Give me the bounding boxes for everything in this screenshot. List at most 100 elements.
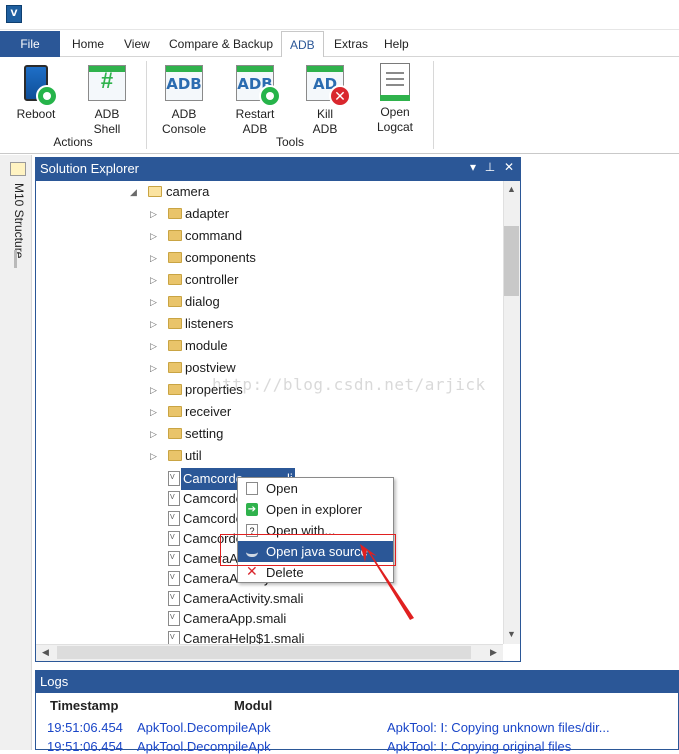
expand-arrow-icon[interactable]: ▷ <box>150 291 160 313</box>
folder-icon <box>168 340 182 351</box>
log-cell-module: ApkTool.DecompileApk <box>137 720 271 735</box>
pin-icon[interactable]: ⊥ <box>483 160 497 174</box>
smali-file-icon <box>168 547 180 569</box>
expand-arrow-icon[interactable]: ▷ <box>150 335 160 357</box>
smali-file-icon <box>168 467 180 489</box>
menu-item-open[interactable]: Open <box>238 478 393 499</box>
annotation-arrow <box>360 544 414 620</box>
gear-icon <box>36 85 58 107</box>
expand-arrow-icon[interactable]: ▷ <box>150 247 160 269</box>
annotation-arrow-shape <box>360 544 414 620</box>
collapse-arrow-icon[interactable]: ◢ <box>130 181 140 203</box>
logs-title: Logs <box>40 674 69 689</box>
folder-icon <box>168 406 182 417</box>
solution-explorer-title: Solution Explorer <box>40 161 139 176</box>
open-logcat-button[interactable]: Open Logcat <box>370 63 420 135</box>
column-header-module[interactable]: Modul <box>234 698 272 713</box>
adb-shell-button[interactable]: # ADB Shell <box>84 63 130 137</box>
close-icon[interactable]: ✕ <box>502 160 516 174</box>
smali-file-icon <box>168 627 180 644</box>
kill-icon: AD ✕ <box>306 65 351 107</box>
reboot-phone-icon <box>24 65 58 107</box>
folder-icon <box>168 318 182 329</box>
watermark: http://blog.csdn.net/arjick <box>212 375 486 394</box>
adb-shell-label-1: ADB <box>94 107 120 121</box>
expand-arrow-icon[interactable]: ▷ <box>150 423 160 445</box>
tab-file[interactable]: File <box>0 31 60 57</box>
log-cell-time: 19:51:06.454 <box>47 739 123 754</box>
tab-extras[interactable]: Extras <box>326 31 376 57</box>
delete-x-icon: ✕ <box>246 563 258 579</box>
app-icon: V <box>6 5 22 23</box>
scroll-down-arrow-icon[interactable]: ▼ <box>504 629 519 639</box>
column-header-timestamp[interactable]: Timestamp <box>50 698 118 713</box>
folder-icon <box>168 450 182 461</box>
tab-help[interactable]: Help <box>376 31 417 57</box>
log-cell-message: ApkTool: I: Copying original files <box>387 739 572 754</box>
structure-tab-label[interactable]: M10 Structure <box>8 183 26 258</box>
expand-arrow-icon[interactable]: ▷ <box>150 379 160 401</box>
reboot-button[interactable]: Reboot <box>10 63 62 122</box>
arrow-right-icon: ➔ <box>246 503 258 516</box>
ribbon-separator <box>433 61 434 149</box>
expand-arrow-icon[interactable]: ▷ <box>150 445 160 467</box>
vertical-scroll-thumb[interactable] <box>504 226 519 296</box>
console-icon: ADB <box>165 65 203 101</box>
expand-arrow-icon[interactable]: ▷ <box>150 357 160 379</box>
tab-adb[interactable]: ADB <box>281 31 324 58</box>
folder-icon <box>168 384 182 395</box>
shell-icon: # <box>88 65 126 101</box>
smali-file-icon <box>168 587 180 609</box>
folder-icon <box>168 274 182 285</box>
scroll-left-arrow-icon[interactable]: ◀ <box>38 647 53 658</box>
structure-icon[interactable] <box>10 162 26 176</box>
folder-open-icon <box>148 186 162 197</box>
open-logcat-label-2: Logcat <box>376 120 414 134</box>
tab-home[interactable]: Home <box>64 31 112 57</box>
log-cell-module: ApkTool.DecompileApk <box>137 739 271 754</box>
kill-adb-label-1: Kill <box>316 107 333 121</box>
tab-view[interactable]: View <box>116 31 158 57</box>
adb-console-button[interactable]: ADB ADB Console <box>158 63 210 137</box>
title-bar <box>0 0 679 30</box>
smali-file-icon <box>168 567 180 589</box>
expand-arrow-icon[interactable]: ▷ <box>150 401 160 423</box>
kill-adb-button[interactable]: AD ✕ Kill ADB <box>300 63 351 137</box>
restart-icon: ADB <box>236 65 281 107</box>
logs-header <box>35 670 679 693</box>
scroll-right-arrow-icon[interactable]: ▶ <box>486 647 501 658</box>
folder-icon <box>168 296 182 307</box>
expand-arrow-icon[interactable]: ▷ <box>150 269 160 291</box>
restart-adb-button[interactable]: ADB Restart ADB <box>230 63 281 137</box>
logcat-document-icon <box>380 63 410 101</box>
adb-console-label-1: ADB <box>171 107 197 121</box>
smali-file-icon <box>168 507 180 529</box>
folder-icon <box>168 362 182 373</box>
reboot-label: Reboot <box>16 107 56 121</box>
ribbon-separator <box>146 61 147 149</box>
close-icon: ✕ <box>329 85 351 107</box>
dropdown-icon[interactable]: ▾ <box>466 160 480 174</box>
open-logcat-label-1: Open <box>380 105 410 119</box>
folder-icon <box>168 208 182 219</box>
sidebar-grip[interactable] <box>14 250 17 268</box>
log-cell-message: ApkTool: I: Copying unknown files/dir... <box>387 720 610 735</box>
smali-file-icon <box>168 527 180 549</box>
log-cell-time: 19:51:06.454 <box>47 720 123 735</box>
group-label-tools: Tools <box>275 135 304 149</box>
ribbon-tab-bar: File Home View Compare & Backup ADB Extr… <box>0 31 679 58</box>
folder-icon <box>168 252 182 263</box>
smali-file-icon <box>168 607 180 629</box>
menu-item-open-in-explorer[interactable]: ➔ Open in explorer <box>238 499 393 520</box>
tab-compare-backup[interactable]: Compare & Backup <box>161 31 281 57</box>
scroll-up-arrow-icon[interactable]: ▲ <box>504 184 519 194</box>
smali-file-icon <box>168 487 180 509</box>
refresh-icon <box>259 85 281 107</box>
expand-arrow-icon[interactable]: ▷ <box>150 225 160 247</box>
expand-arrow-icon[interactable]: ▷ <box>150 313 160 335</box>
group-label-actions: Actions <box>53 135 93 149</box>
ribbon: Reboot # ADB Shell Actions ADB ADB Conso… <box>0 57 679 154</box>
document-icon <box>246 482 258 495</box>
horizontal-scroll-thumb[interactable] <box>57 646 471 659</box>
expand-arrow-icon[interactable]: ▷ <box>150 203 160 225</box>
